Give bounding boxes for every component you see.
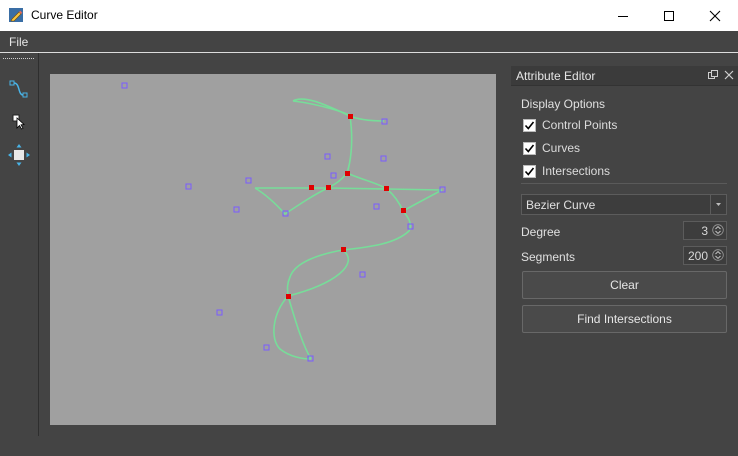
curve-type-value: Bezier Curve [526,198,596,212]
control-point [185,183,192,190]
control-point [373,203,380,210]
menu-separator [0,52,738,53]
spin-arrows-icon[interactable] [712,224,724,236]
display-options-title: Display Options [521,97,606,111]
move-tool-icon [8,144,30,166]
curve-canvas[interactable] [50,74,496,425]
control-points-checkbox[interactable]: Control Points [523,117,617,133]
intersections-checkbox[interactable]: Intersections [523,163,610,179]
curve-tool-button[interactable] [8,78,30,100]
control-point [233,206,240,213]
intersection-point [286,294,291,299]
degree-spinbox[interactable]: 3 [683,221,727,240]
window-title: Curve Editor [31,8,98,22]
close-panel-icon[interactable] [723,69,735,81]
control-point [263,344,270,351]
checkbox-label: Intersections [542,164,611,178]
control-point [216,309,223,316]
control-point [245,177,252,184]
status-bar [0,436,738,456]
intersection-point [348,114,353,119]
checkbox-box[interactable] [523,164,536,178]
curve-segment [254,187,329,216]
intersection-point [326,185,331,190]
checkmark-icon [524,121,535,130]
minimize-button[interactable] [600,0,646,31]
curve-segment [342,210,412,251]
title-bar: Curve Editor [0,0,738,31]
menu-bar: File [0,31,738,52]
curve-segment [255,187,443,191]
control-point [121,82,128,89]
maximize-icon [664,10,674,21]
intersection-point [309,185,314,190]
checkbox-box[interactable] [523,118,536,132]
segments-label: Segments [521,250,576,264]
attribute-editor-title: Attribute Editor [516,69,596,83]
intersection-point [384,186,389,191]
checkmark-icon [524,167,535,176]
close-icon [709,10,721,21]
close-button[interactable] [692,0,738,31]
menu-file[interactable]: File [9,35,28,49]
minimize-icon [618,15,628,17]
curve-segment [327,115,353,189]
curve-segment [287,295,312,360]
curve-segment [286,249,344,297]
curves-checkbox[interactable]: Curves [523,140,580,156]
tool-bar [0,53,39,436]
attribute-editor-panel: Attribute Editor Display Options Control… [511,64,738,436]
divider [521,183,727,184]
clear-button[interactable]: Clear [522,271,727,299]
maximize-button[interactable] [646,0,692,31]
curve-segment [346,172,404,212]
control-point [330,172,337,179]
find-intersections-button[interactable]: Find Intersections [522,305,727,333]
checkbox-label: Curves [542,141,581,155]
intersection-point [401,208,406,213]
select-tool-button[interactable] [8,110,30,132]
segments-value: 200 [687,249,708,263]
move-tool-button[interactable] [8,144,30,166]
curve-tool-icon [9,80,28,98]
checkbox-box[interactable] [523,141,536,155]
curve-segment [287,249,350,297]
attribute-editor-header: Attribute Editor [511,66,738,86]
select-pointer-icon [12,114,25,130]
curve-type-select[interactable]: Bezier Curve [521,194,727,215]
degree-label: Degree [521,225,561,239]
control-point [359,271,366,278]
intersection-point [345,171,350,176]
dropdown-arrow-icon[interactable] [710,195,726,214]
checkbox-label: Control Points [542,118,618,132]
checkmark-icon [524,144,535,153]
degree-value: 3 [701,224,708,238]
control-point [324,153,331,160]
spin-arrows-icon[interactable] [712,249,724,261]
control-point [380,155,387,162]
intersection-point [341,247,346,252]
curve-segment [402,189,443,212]
app-pencil-icon [8,7,24,23]
toolbar-grip[interactable] [3,56,35,61]
float-panel-icon[interactable] [707,69,719,81]
segments-spinbox[interactable]: 200 [683,246,727,265]
curve-drawing[interactable] [50,74,496,425]
